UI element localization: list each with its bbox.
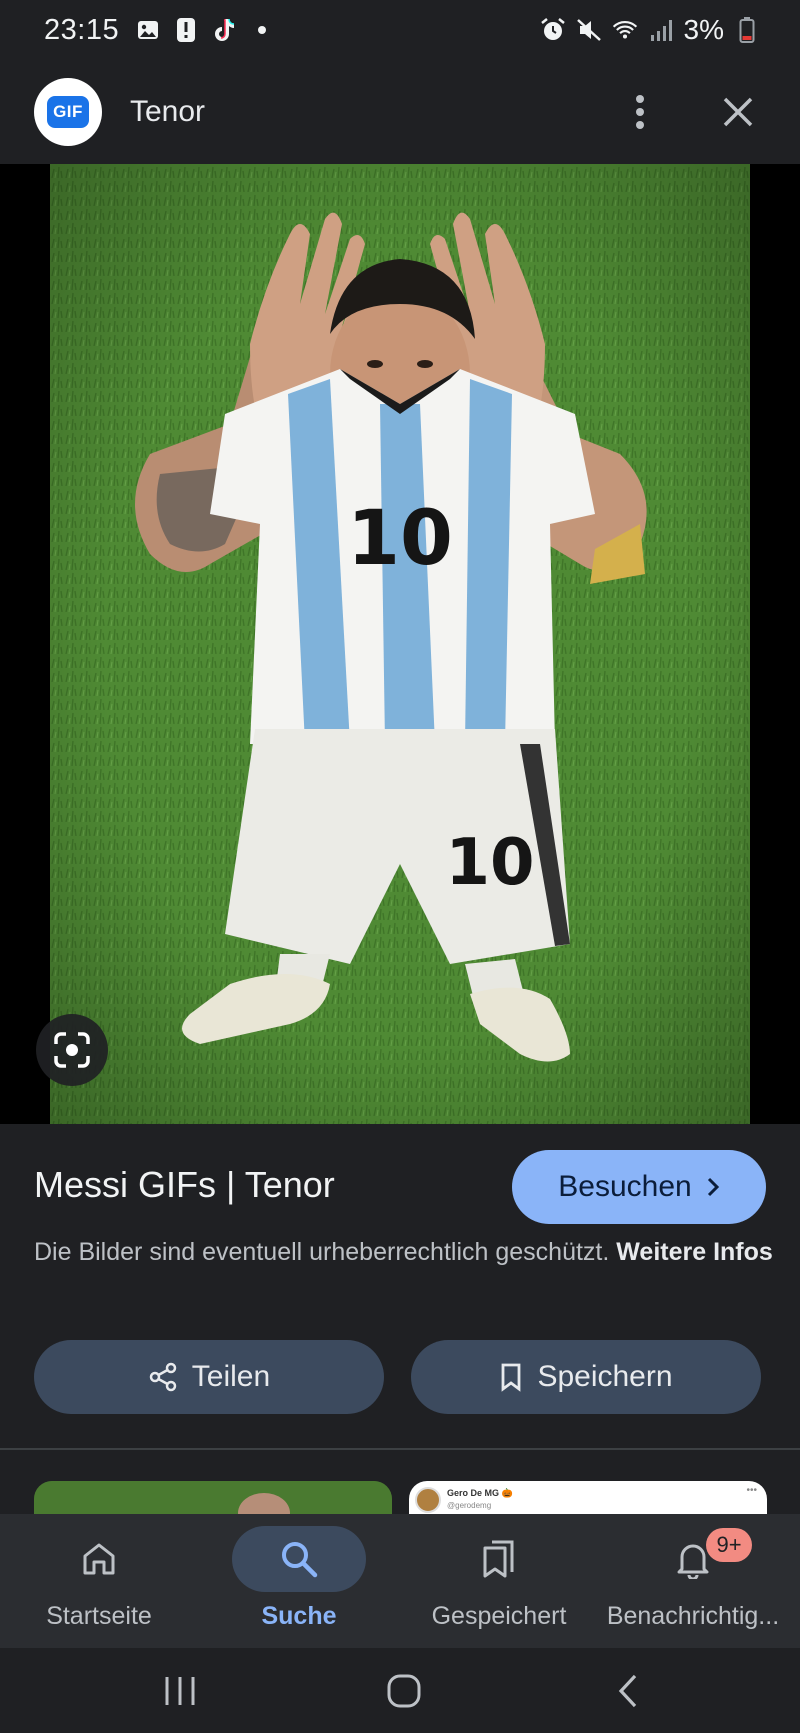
image-info-panel: Messi GIFs | Tenor Besuchen Die Bilder s… (0, 1124, 800, 1514)
nav-notifications[interactable]: 9+ Benachrichtig... (600, 1514, 786, 1648)
copyright-text: Die Bilder sind eventuell urheberrechtli… (34, 1238, 610, 1266)
jersey-number: 10 (347, 493, 453, 582)
battery-low-icon (734, 17, 760, 43)
google-lens-button[interactable] (36, 1014, 108, 1086)
nav-search[interactable]: Suche (232, 1514, 366, 1648)
image-viewer: 10 10 (0, 164, 800, 1124)
close-button[interactable] (714, 88, 762, 136)
tweet-avatar (415, 1487, 441, 1513)
nav-search-label: Suche (261, 1602, 337, 1630)
share-button[interactable]: Teilen (34, 1340, 384, 1414)
home-icon (83, 1543, 115, 1575)
status-notification-icons (135, 17, 275, 43)
bookmark-icon (502, 1363, 521, 1392)
alert-icon (173, 17, 199, 43)
lens-icon (54, 1032, 90, 1068)
back-icon (618, 1674, 637, 1708)
status-time: 23:15 (44, 13, 120, 46)
nav-saved[interactable]: Gespeichert (412, 1514, 586, 1648)
more-info-link[interactable]: Weitere Infos (616, 1238, 773, 1266)
recents-icon (165, 1677, 195, 1705)
nav-notifications-label: Benachrichtig... (606, 1602, 780, 1630)
shorts-number: 10 (445, 826, 534, 900)
signal-icon (648, 17, 674, 43)
more-options-button[interactable] (616, 88, 664, 136)
home-button[interactable] (374, 1666, 434, 1716)
share-label: Teilen (191, 1360, 271, 1393)
app-header: GIF Tenor (0, 60, 800, 164)
copyright-notice: Die Bilder sind eventuell urheberrechtli… (34, 1234, 774, 1271)
tweet-author-handle: @gerodemg (447, 1501, 492, 1510)
tweet-more-icon: ••• (746, 1485, 757, 1496)
battery-percent: 3% (683, 14, 724, 45)
visit-button-label: Besuchen (558, 1170, 692, 1203)
collections-icon (483, 1540, 514, 1578)
messi-gif-image[interactable]: 10 10 (50, 164, 750, 1124)
wifi-icon (612, 17, 638, 43)
status-bar: 23:15 3% (0, 0, 800, 60)
more-vert-icon (636, 95, 644, 129)
nav-saved-label: Gespeichert (431, 1602, 567, 1630)
tweet-author-name: Gero De MG 🎃 (447, 1488, 513, 1498)
status-system-icons: 3% (540, 14, 760, 46)
system-navigation-bar (0, 1648, 800, 1733)
mute-icon (576, 17, 602, 43)
tenor-logo-text: GIF (47, 96, 89, 128)
tiktok-icon (211, 17, 237, 43)
gallery-icon (135, 17, 161, 43)
bottom-navigation: Startseite Suche Gespeichert 9+ Benachri… (0, 1514, 800, 1648)
share-icon (149, 1362, 177, 1392)
close-icon (723, 97, 753, 127)
save-button[interactable]: Speichern (411, 1340, 761, 1414)
notification-badge: 9+ (706, 1528, 752, 1562)
recent-apps-button[interactable] (150, 1666, 210, 1716)
alarm-icon (540, 17, 566, 43)
tenor-logo: GIF (34, 78, 102, 146)
search-icon (282, 1542, 318, 1578)
dot-icon (249, 17, 275, 43)
visit-button[interactable]: Besuchen (512, 1150, 766, 1224)
source-title: Tenor (130, 95, 206, 128)
home-circle-icon (387, 1674, 421, 1708)
nav-home[interactable]: Startseite (32, 1514, 166, 1648)
nav-home-label: Startseite (46, 1602, 152, 1630)
image-title: Messi GIFs | Tenor (34, 1164, 335, 1205)
divider (0, 1448, 800, 1450)
back-button[interactable] (598, 1666, 658, 1716)
chevron-right-icon (707, 1177, 719, 1197)
save-label: Speichern (537, 1360, 673, 1393)
